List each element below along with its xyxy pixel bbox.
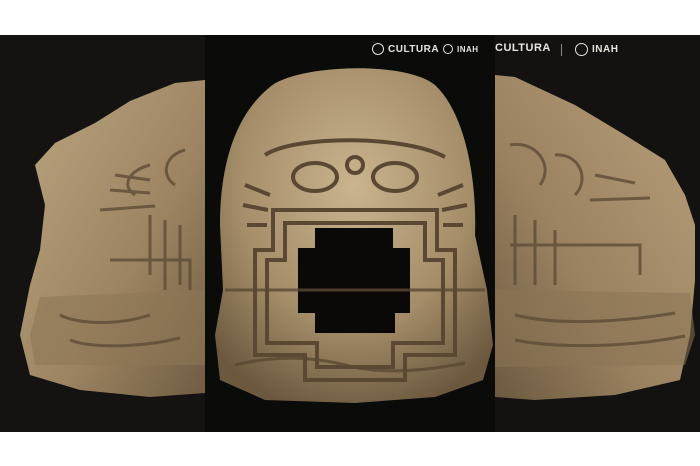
stone-side-right	[495, 75, 695, 400]
left-panel	[0, 35, 205, 432]
inah-icon	[443, 44, 453, 54]
inah-label-large: INAH	[592, 44, 619, 55]
photo-band: CULTURA INAH CULTURA INAH	[0, 35, 700, 432]
right-panel	[495, 35, 700, 432]
inah-icon	[575, 43, 588, 56]
seal-icon	[372, 43, 384, 55]
stone-front	[215, 68, 493, 403]
cultura-label: CULTURA	[388, 43, 440, 55]
cultura-logo: CULTURA	[372, 43, 439, 55]
cultura-partial-label: CULTURA	[495, 42, 551, 54]
stone-side-left	[20, 80, 205, 397]
logo-divider	[561, 44, 562, 56]
inah-logo-large: INAH	[575, 43, 618, 56]
inah-label: INAH	[457, 44, 479, 54]
photo-frame: CULTURA INAH CULTURA INAH	[0, 0, 700, 466]
center-panel	[205, 35, 495, 432]
inah-logo: INAH	[443, 44, 479, 54]
cultura-logo-partial: CULTURA	[495, 42, 551, 54]
